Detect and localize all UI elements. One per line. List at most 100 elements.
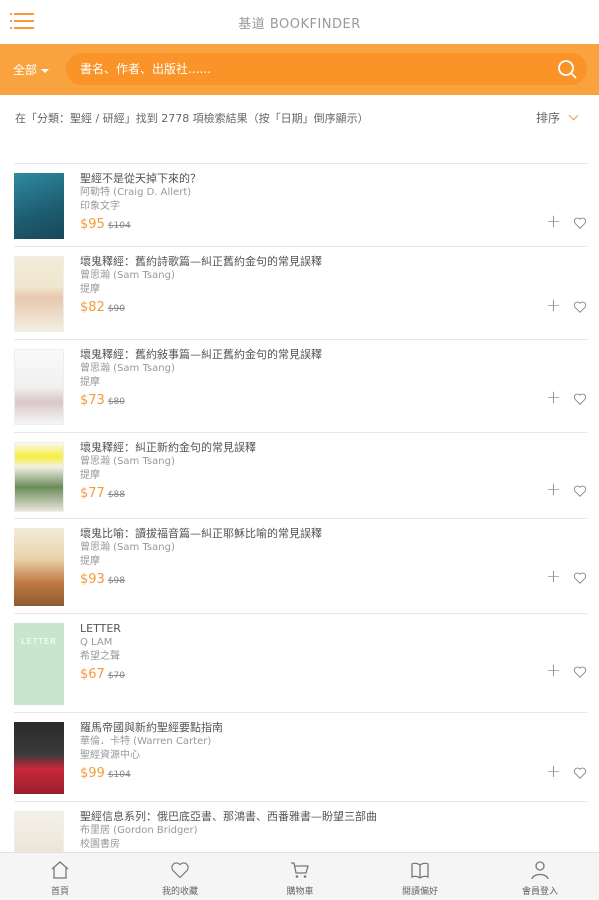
book-author: 華倫．卡特 (Warren Carter) bbox=[80, 736, 212, 747]
tab-label: 閱讀偏好 bbox=[401, 887, 438, 897]
tab-label: 會員登入 bbox=[521, 887, 558, 897]
book-item[interactable]: 壞鬼釋經：糾正新約金句的常見誤釋 曾思瀚 (Sam Tsang) 提摩 $77 $… bbox=[14, 432, 587, 518]
book-title[interactable]: 聖經不是從天掉下來的？ bbox=[80, 172, 510, 186]
add-to-cart-button[interactable]: + bbox=[546, 297, 561, 315]
heart-icon[interactable] bbox=[573, 571, 587, 585]
book-title[interactable]: 羅馬帝國與新約聖經要點指南 bbox=[80, 721, 510, 735]
cover-text: LETTER bbox=[21, 637, 57, 646]
heart-icon[interactable] bbox=[573, 484, 587, 498]
book-cover[interactable] bbox=[14, 349, 64, 425]
book-title[interactable]: 聖經信息系列：俄巴底亞書、那鴻書、西番雅書—盼望三部曲 bbox=[80, 810, 510, 824]
top-bar: 基道 BOOKFINDER bbox=[0, 0, 599, 44]
book-cover[interactable] bbox=[14, 811, 64, 852]
book-item[interactable]: 壞鬼釋經：舊約詩歌篇—糾正舊約金句的常見誤釋 曾思瀚 (Sam Tsang) 提… bbox=[14, 246, 587, 339]
add-to-cart-button[interactable]: + bbox=[546, 481, 561, 499]
book-publisher: 校園書房 bbox=[80, 839, 120, 850]
book-price: $82 $90 bbox=[80, 298, 510, 317]
add-to-cart-button[interactable]: + bbox=[546, 568, 561, 586]
book-publisher: 希望之聲 bbox=[80, 651, 120, 662]
cart-icon bbox=[291, 862, 309, 878]
book-publisher: 聖經資源中心 bbox=[80, 750, 140, 761]
current-price: $82 bbox=[80, 300, 105, 315]
app-title: 基道 BOOKFINDER bbox=[238, 17, 361, 32]
tab-label: 我的收藏 bbox=[161, 887, 198, 897]
current-price: $73 bbox=[80, 393, 105, 408]
tab-cart[interactable]: 購物車 bbox=[240, 853, 360, 900]
book-item[interactable]: 壞鬼比喻：讀拔福音篇—糾正耶穌比喻的常見誤釋 曾思瀚 (Sam Tsang) 提… bbox=[14, 518, 587, 613]
book-cover[interactable] bbox=[14, 528, 64, 606]
book-publisher: 提摩 bbox=[80, 556, 100, 567]
book-title[interactable]: LETTER bbox=[80, 622, 510, 636]
current-price: $67 bbox=[80, 667, 105, 682]
book-publisher: 提摩 bbox=[80, 470, 100, 481]
book-icon bbox=[411, 862, 429, 879]
original-price: $104 bbox=[107, 221, 131, 231]
tab-label: 首頁 bbox=[50, 887, 69, 897]
home-icon bbox=[51, 861, 69, 879]
tab-label: 購物車 bbox=[286, 887, 314, 897]
add-to-cart-button[interactable]: + bbox=[546, 389, 561, 407]
user-icon bbox=[531, 861, 549, 880]
book-price: $67 $70 bbox=[80, 665, 510, 684]
book-title[interactable]: 壞鬼釋經：糾正新約金句的常見誤釋 bbox=[80, 441, 510, 455]
book-cover[interactable] bbox=[14, 173, 64, 239]
book-price: $73 $80 bbox=[80, 391, 510, 410]
book-author: 曾思瀚 (Sam Tsang) bbox=[80, 270, 175, 281]
current-price: $99 bbox=[80, 766, 105, 781]
book-title[interactable]: 壞鬼釋經：舊約敍事篇—糾正舊約金句的常見誤釋 bbox=[80, 348, 510, 362]
original-price: $80 bbox=[107, 397, 126, 407]
tab-member-login[interactable]: 會員登入 bbox=[480, 853, 599, 900]
tab-reading-preferences[interactable]: 閱讀偏好 bbox=[360, 853, 480, 900]
search-scope-dropdown[interactable]: 全部 bbox=[13, 61, 50, 78]
original-price: $98 bbox=[107, 576, 126, 586]
book-author: Q LAM bbox=[80, 637, 113, 648]
original-price: $90 bbox=[107, 304, 126, 314]
book-publisher: 提摩 bbox=[80, 377, 100, 388]
book-price: $95 $104 bbox=[80, 215, 510, 234]
results-summary: 在「分類：聖經 / 研經」找到 2778 項檢索結果（按「日期」倒序顯示） bbox=[15, 112, 369, 125]
book-item[interactable]: LETTER LETTER Q LAM 希望之聲 $67 $70 + bbox=[14, 613, 587, 712]
book-item[interactable]: 壞鬼釋經：舊約敍事篇—糾正舊約金句的常見誤釋 曾思瀚 (Sam Tsang) 提… bbox=[14, 339, 587, 432]
book-publisher: 印象文字 bbox=[80, 201, 120, 212]
heart-icon[interactable] bbox=[573, 216, 587, 230]
search-field[interactable] bbox=[66, 53, 587, 85]
book-item[interactable]: 聖經不是從天掉下來的？ 阿勒特 (Craig D. Allert) 印象文字 $… bbox=[14, 163, 587, 246]
heart-icon[interactable] bbox=[573, 766, 587, 780]
search-input[interactable] bbox=[80, 53, 540, 85]
sort-button[interactable]: 排序 bbox=[536, 109, 579, 126]
bottom-tab-bar: 首頁 我的收藏 購物車 閱讀偏好 會員登入 bbox=[0, 852, 599, 900]
book-title[interactable]: 壞鬼比喻：讀拔福音篇—糾正耶穌比喻的常見誤釋 bbox=[80, 527, 510, 541]
book-cover[interactable] bbox=[14, 442, 64, 512]
book-cover[interactable] bbox=[14, 722, 64, 794]
chevron-down-icon bbox=[568, 110, 579, 121]
book-item[interactable]: 羅馬帝國與新約聖經要點指南 華倫．卡特 (Warren Carter) 聖經資源… bbox=[14, 712, 587, 801]
heart-icon bbox=[171, 862, 189, 879]
tab-favorites[interactable]: 我的收藏 bbox=[120, 853, 240, 900]
book-cover[interactable]: LETTER bbox=[14, 623, 64, 705]
current-price: $77 bbox=[80, 486, 105, 501]
book-cover[interactable] bbox=[14, 256, 64, 332]
current-price: $93 bbox=[80, 572, 105, 587]
original-price: $88 bbox=[107, 490, 126, 500]
search-bar: 全部 bbox=[0, 44, 599, 95]
add-to-cart-button[interactable]: + bbox=[546, 213, 561, 231]
search-icon[interactable] bbox=[557, 59, 577, 79]
heart-icon[interactable] bbox=[573, 665, 587, 679]
book-item[interactable]: 聖經信息系列：俄巴底亞書、那鴻書、西番雅書—盼望三部曲 布里居 (Gordon … bbox=[14, 801, 587, 852]
book-price: $93 $98 bbox=[80, 570, 510, 589]
heart-icon[interactable] bbox=[573, 392, 587, 406]
add-to-cart-button[interactable]: + bbox=[546, 662, 561, 680]
book-publisher: 提摩 bbox=[80, 284, 100, 295]
original-price: $70 bbox=[107, 671, 126, 681]
add-to-cart-button[interactable]: + bbox=[546, 763, 561, 781]
book-title[interactable]: 壞鬼釋經：舊約詩歌篇—糾正舊約金句的常見誤釋 bbox=[80, 255, 510, 269]
book-author: 布里居 (Gordon Bridger) bbox=[80, 825, 198, 836]
original-price: $104 bbox=[107, 770, 131, 780]
current-price: $95 bbox=[80, 217, 105, 232]
heart-icon[interactable] bbox=[573, 300, 587, 314]
book-price: $77 $88 bbox=[80, 484, 510, 503]
book-price: $99 $104 bbox=[80, 764, 510, 783]
tab-home[interactable]: 首頁 bbox=[0, 853, 120, 900]
book-author: 曾思瀚 (Sam Tsang) bbox=[80, 456, 175, 467]
caret-down-icon bbox=[41, 68, 50, 73]
